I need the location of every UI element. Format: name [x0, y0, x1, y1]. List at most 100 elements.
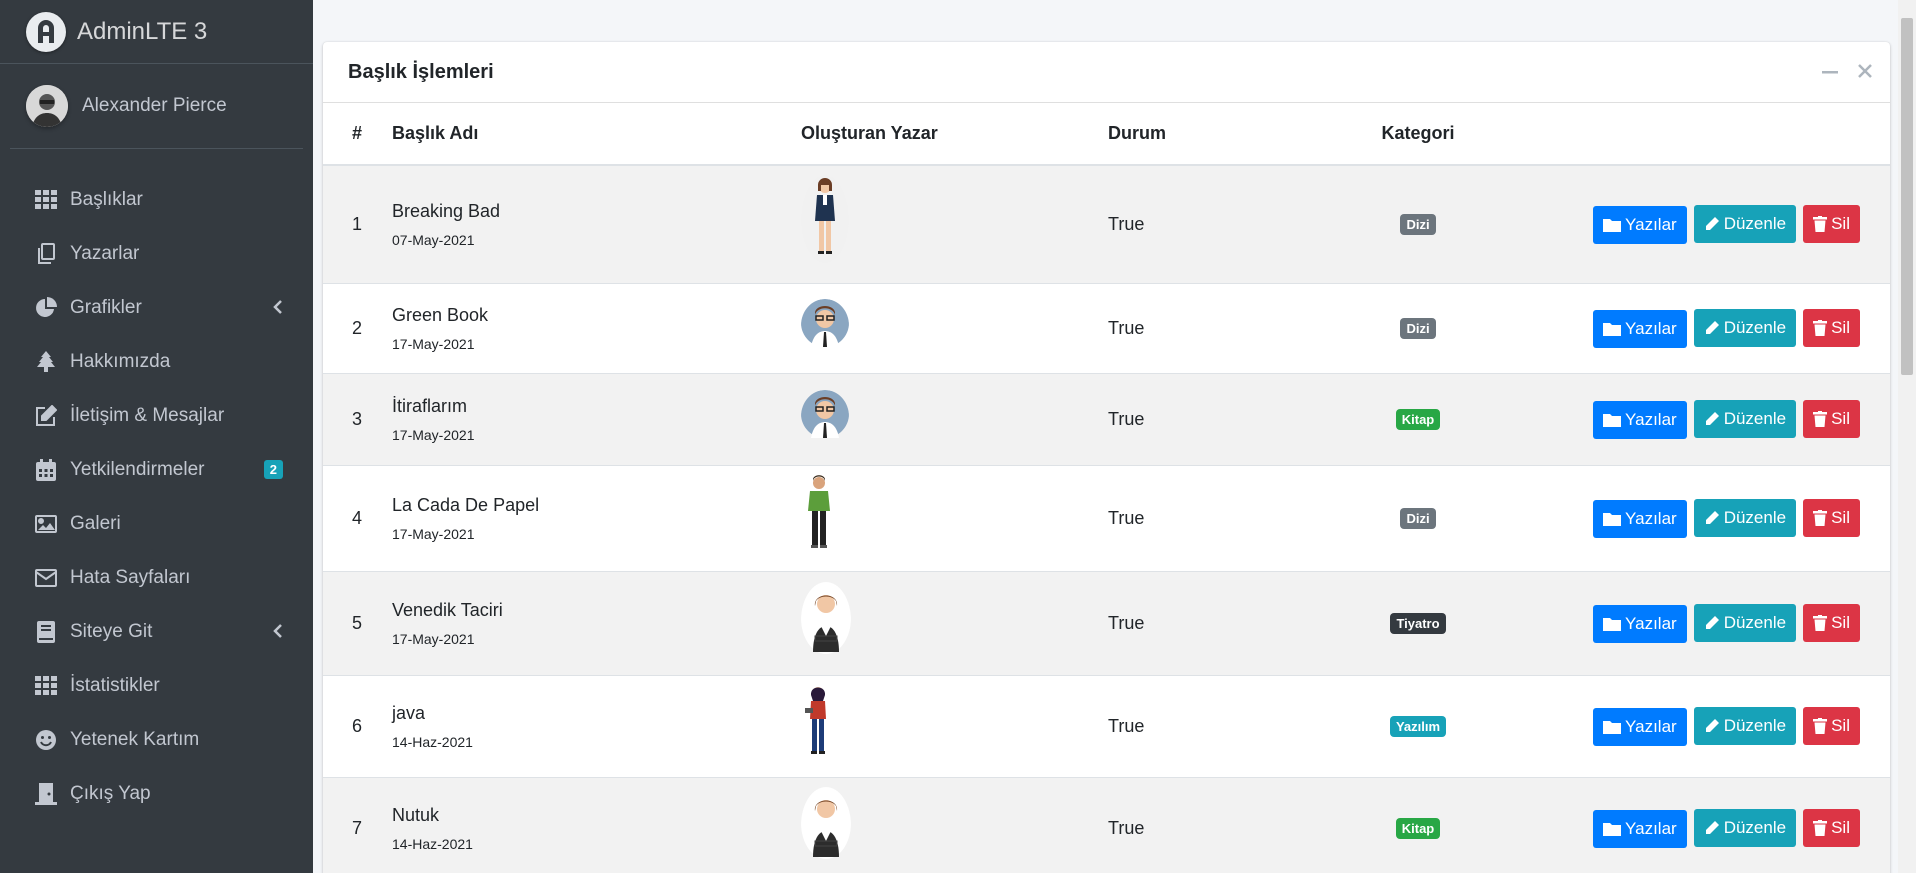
- trash-icon: [1813, 215, 1828, 232]
- sidebar-item-label: Hakkımızda: [70, 351, 171, 372]
- row-number: 1: [323, 164, 392, 283]
- edit-button[interactable]: Düzenle: [1693, 808, 1797, 847]
- author-avatar: [801, 390, 849, 443]
- edit-button[interactable]: Düzenle: [1693, 204, 1797, 243]
- row-number: 7: [323, 776, 392, 873]
- sidebar-item-cikis-yap[interactable]: Çıkış Yap: [0, 767, 313, 821]
- trash-icon: [1813, 717, 1828, 734]
- calendar-icon: [34, 458, 58, 482]
- sidebar-item-yetkilendirmeler[interactable]: Yetkilendirmeler 2: [0, 443, 313, 497]
- sidebar-item-hakkimizda[interactable]: Hakkımızda: [0, 335, 313, 389]
- edit-button[interactable]: Düzenle: [1693, 498, 1797, 537]
- col-header-category: Kategori: [1343, 103, 1493, 166]
- brand-link[interactable]: AdminLTE 3: [0, 0, 313, 64]
- author-cell: [801, 282, 1108, 373]
- edit-button-label: Düzenle: [1723, 612, 1787, 632]
- folder-icon: [1603, 617, 1622, 631]
- scrollbar[interactable]: [1898, 0, 1916, 873]
- delete-button[interactable]: Sil: [1803, 498, 1860, 537]
- sidebar-item-hata-sayfalari[interactable]: Hata Sayfaları: [0, 551, 313, 605]
- title-date: 17-May-2021: [392, 426, 475, 443]
- sidebar-item-label: Yazarlar: [70, 243, 140, 264]
- sidebar-item-label: Hata Sayfaları: [70, 567, 191, 588]
- author-avatar: [801, 474, 837, 557]
- edit-button-label: Düzenle: [1723, 817, 1787, 837]
- close-icon[interactable]: [1858, 64, 1872, 82]
- actions-cell: Yazılar Düzenle Sil: [1493, 464, 1890, 571]
- main-content: Başlık İşlemleri # Başlık Adı Oluşturan …: [313, 0, 1916, 873]
- table-row: 1 Breaking Bad 07-May-2021 True Dizi Yaz…: [323, 164, 1890, 283]
- author-cell: [801, 776, 1108, 873]
- table-row: 3 İtiraflarım 17-May-2021 True Kitap Yaz…: [323, 372, 1890, 465]
- title-cell: java 14-Haz-2021: [392, 674, 801, 777]
- notification-badge: 2: [263, 460, 283, 479]
- folder-icon: [1603, 822, 1622, 836]
- row-number: 4: [323, 464, 392, 571]
- titles-card: Başlık İşlemleri # Başlık Adı Oluşturan …: [323, 42, 1890, 873]
- delete-button[interactable]: Sil: [1803, 399, 1860, 438]
- author-cell: [801, 164, 1108, 283]
- sidebar: AdminLTE 3 Alexander Pierce Başlıklar Ya…: [0, 0, 313, 873]
- folder-icon: [1603, 322, 1622, 336]
- title-date: 17-May-2021: [392, 630, 475, 647]
- collapse-icon[interactable]: [1822, 64, 1838, 82]
- delete-button-label: Sil: [1831, 612, 1850, 632]
- edit-button[interactable]: Düzenle: [1693, 603, 1797, 642]
- sidebar-item-yetenek-kartim[interactable]: Yetenek Kartım: [0, 713, 313, 767]
- sidebar-item-grafikler[interactable]: Grafikler: [0, 281, 313, 335]
- edit-button-label: Düzenle: [1723, 317, 1787, 337]
- row-number: 5: [323, 570, 392, 675]
- category-badge: Yazılım: [1389, 716, 1447, 737]
- delete-button[interactable]: Sil: [1803, 308, 1860, 347]
- smile-icon: [34, 728, 58, 752]
- pencil-icon: [1705, 718, 1719, 732]
- th-icon: [34, 674, 58, 698]
- image-icon: [34, 512, 58, 536]
- posts-button[interactable]: Yazılar: [1593, 309, 1687, 348]
- table-row: 6 java 14-Haz-2021 True Yazılım Yazılar …: [323, 674, 1890, 777]
- sidebar-item-basliklar[interactable]: Başlıklar: [0, 173, 313, 227]
- category-badge: Dizi: [1400, 214, 1436, 236]
- category-cell: Kitap: [1343, 776, 1493, 873]
- posts-button[interactable]: Yazılar: [1593, 604, 1687, 643]
- sidebar-item-galeri[interactable]: Galeri: [0, 497, 313, 551]
- status-value: True: [1108, 776, 1343, 873]
- delete-button[interactable]: Sil: [1803, 204, 1860, 243]
- pencil-icon: [1705, 615, 1719, 629]
- title-cell: Nutuk 14-Haz-2021: [392, 776, 801, 873]
- category-cell: Tiyatro: [1343, 570, 1493, 675]
- col-header-status: Durum: [1108, 103, 1343, 166]
- envelope-icon: [34, 566, 58, 590]
- title-name: İtiraflarım: [392, 395, 468, 416]
- title-date: 14-Haz-2021: [392, 835, 473, 852]
- status-value: True: [1108, 570, 1343, 675]
- delete-button[interactable]: Sil: [1803, 808, 1860, 847]
- scrollbar-thumb[interactable]: [1901, 18, 1913, 375]
- chevron-left-icon: [273, 298, 283, 320]
- category-badge: Tiyatro: [1390, 613, 1446, 634]
- delete-button[interactable]: Sil: [1803, 706, 1860, 745]
- posts-button[interactable]: Yazılar: [1593, 707, 1687, 746]
- category-cell: Kitap: [1343, 372, 1493, 465]
- sidebar-item-yazarlar[interactable]: Yazarlar: [0, 227, 313, 281]
- door-icon: [34, 782, 58, 806]
- sidebar-item-iletisim[interactable]: İletişim & Mesajlar: [0, 389, 313, 443]
- delete-button[interactable]: Sil: [1803, 603, 1860, 642]
- user-panel[interactable]: Alexander Pierce: [10, 64, 303, 149]
- posts-button[interactable]: Yazılar: [1593, 205, 1687, 244]
- author-avatar: [801, 175, 849, 268]
- edit-button[interactable]: Düzenle: [1693, 308, 1797, 347]
- actions-cell: Yazılar Düzenle Sil: [1493, 282, 1890, 373]
- edit-button[interactable]: Düzenle: [1693, 399, 1797, 438]
- actions-cell: Yazılar Düzenle Sil: [1493, 164, 1890, 283]
- status-value: True: [1108, 282, 1343, 373]
- sidebar-item-istatistikler[interactable]: İstatistikler: [0, 659, 313, 713]
- posts-button[interactable]: Yazılar: [1593, 809, 1687, 848]
- posts-button[interactable]: Yazılar: [1593, 499, 1687, 538]
- trash-icon: [1813, 410, 1828, 427]
- edit-button[interactable]: Düzenle: [1693, 706, 1797, 745]
- folder-icon: [1603, 218, 1622, 232]
- sidebar-item-siteye-git[interactable]: Siteye Git: [0, 605, 313, 659]
- th-icon: [34, 188, 58, 212]
- posts-button[interactable]: Yazılar: [1593, 400, 1687, 439]
